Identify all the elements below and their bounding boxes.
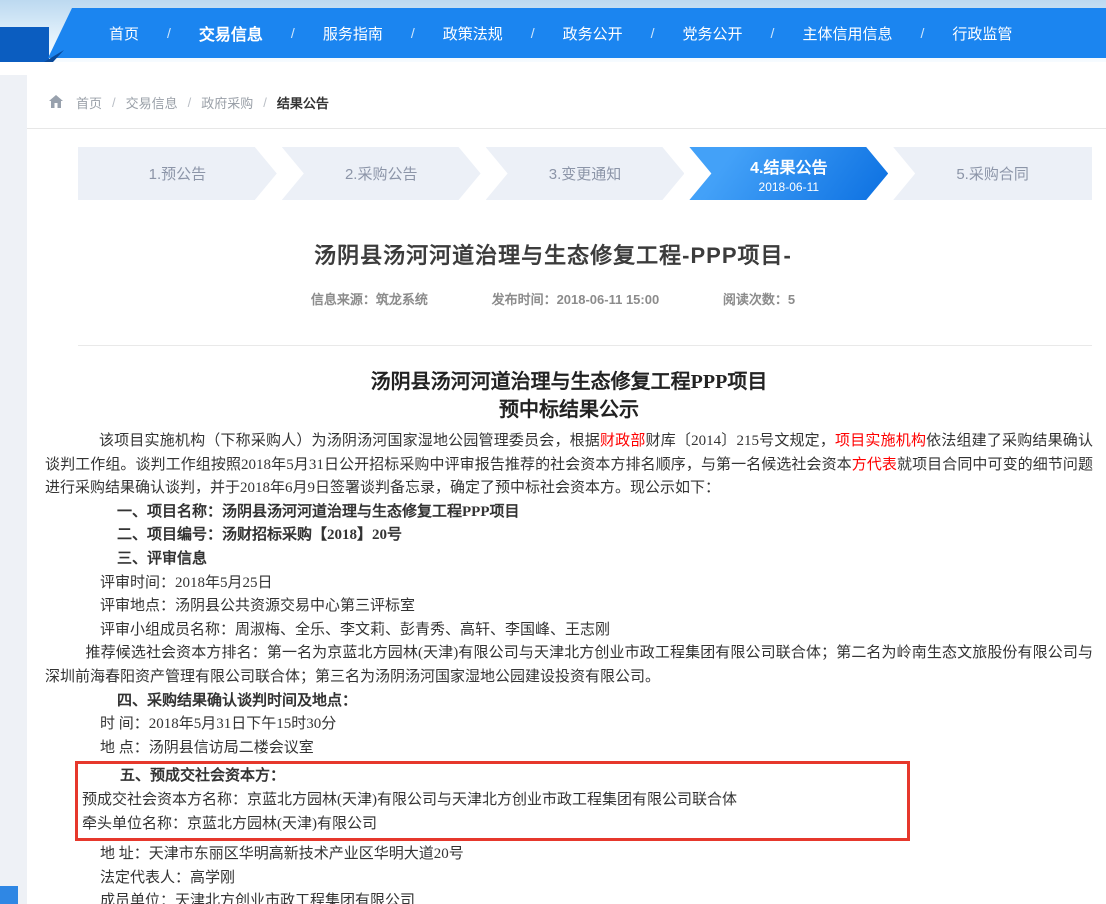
nav-item-home[interactable]: 首页 [95,23,153,44]
meta-view-count: 阅读次数：5 [723,292,795,307]
section-5-winning-party: 五、预成交社会资本方： [120,765,904,789]
breadcrumb: 首页 / 交易信息 / 政府采购 / 结果公告 [0,76,1106,129]
nav-item-party-open[interactable]: 党务公开 [669,23,757,44]
nav-separator: / [906,25,938,41]
step-label: 5.采购合同 [956,163,1029,184]
nav-separator: / [153,25,185,41]
review-time: 评审时间：2018年5月25日 [100,572,1093,596]
lead-unit-name: 牵头单位名称：京蓝北方园林(天津)有限公司 [82,813,904,837]
top-banner: 首页 / 交易信息 / 服务指南 / 政策法规 / 政务公开 / 党务公开 / … [0,0,1106,62]
paragraph-intro: 该项目实施机构（下称采购人）为汤阴汤河国家湿地公园管理委员会，根据财政部财库〔2… [45,430,1093,501]
nav-list: 首页 / 交易信息 / 服务指南 / 政策法规 / 政务公开 / 党务公开 / … [95,8,1106,58]
main-nav: 首页 / 交易信息 / 服务指南 / 政策法规 / 政务公开 / 党务公开 / … [0,8,1106,58]
crumb-home[interactable]: 首页 [76,93,102,112]
nav-left-block [0,27,49,62]
nav-item-policy[interactable]: 政策法规 [429,23,517,44]
nav-item-service-guide[interactable]: 服务指南 [309,23,397,44]
intro-text: 该项目实施机构（下称采购人）为汤阴汤河国家湿地公园管理委员会，根据 [99,433,600,449]
step-result-announcement[interactable]: 4.结果公告 2018-06-11 [689,147,888,200]
nav-item-credit-info[interactable]: 主体信用信息 [788,23,906,44]
page: 首页 / 交易信息 / 服务指南 / 政策法规 / 政务公开 / 党务公开 / … [0,0,1106,904]
intro-red-text: 财政部 [600,433,646,449]
step-label: 4.结果公告 [750,154,827,178]
intro-red-text: 方代表 [852,457,897,473]
intro-red-text: 项目实施机构 [835,433,926,449]
crumb-result-notice: 结果公告 [277,93,329,112]
review-place: 评审地点：汤阴县公共资源交易中心第三评标室 [100,595,1093,619]
step-label: 1.预公告 [149,163,207,184]
crumb-separator: / [263,95,267,110]
nav-separator: / [757,25,789,41]
intro-text: 财库〔2014〕215号文规定， [646,433,836,449]
nav-separator: / [277,25,309,41]
section-2-project-number: 二、项目编号：汤财招标采购【2018】20号 [117,524,1093,548]
nav-item-admin-supervision[interactable]: 行政监管 [938,23,1026,44]
nav-separator: / [397,25,429,41]
step-label: 2.采购公告 [345,163,418,184]
nav-separator: / [517,25,549,41]
highlight-box: 五、预成交社会资本方： 预成交社会资本方名称：京蓝北方园林(天津)有限公司与天津… [75,761,910,841]
section-4-negotiation-time-place: 四、采购结果确认谈判时间及地点： [117,690,1093,714]
winning-party-name: 预成交社会资本方名称：京蓝北方园林(天津)有限公司与天津北方创业市政工程集团有限… [82,789,904,813]
section-3-review-info: 三、评审信息 [117,548,1093,572]
crumb-separator: / [188,95,192,110]
article-body: 汤阴县汤河河道治理与生态修复工程PPP项目 预中标结果公示 该项目实施机构（下称… [45,368,1093,904]
legal-representative: 法定代表人：高学刚 [100,867,1093,891]
nav-item-trade-info[interactable]: 交易信息 [185,21,277,45]
review-members: 评审小组成员名称：周淑梅、全乐、李文莉、彭青秀、高轩、李国峰、王志刚 [100,619,1093,643]
meta-source: 信息来源：筑龙系统 [311,292,428,307]
step-procurement-contract[interactable]: 5.采购合同 [893,147,1092,200]
page-title: 汤阴县汤河河道治理与生态修复工程-PPP项目- [0,238,1106,270]
member-unit: 成员单位：天津北方创业市政工程集团有限公司 [100,890,1093,904]
step-label: 3.变更通知 [549,163,622,184]
nav-item-gov-open[interactable]: 政务公开 [549,23,637,44]
step-procurement-announcement[interactable]: 2.采购公告 [282,147,481,200]
crumb-trade-info[interactable]: 交易信息 [126,93,178,112]
negotiation-time: 时 间：2018年5月31日下午15时30分 [100,713,1093,737]
step-date: 2018-06-11 [759,180,820,194]
home-icon[interactable] [48,94,64,110]
article-heading-line1: 汤阴县汤河河道治理与生态修复工程PPP项目 [45,368,1093,396]
process-steps: 1.预公告 2.采购公告 3.变更通知 4.结果公告 2018-06-11 5.… [78,147,1092,200]
left-margin-strip [0,75,27,904]
meta-publish-time: 发布时间：2018-06-11 15:00 [492,292,660,307]
negotiation-place: 地 点：汤阴县信访局二楼会议室 [100,737,1093,761]
doc-meta: 信息来源：筑龙系统 发布时间：2018-06-11 15:00 阅读次数：5 [0,289,1106,308]
article-heading-line2: 预中标结果公示 [45,396,1093,424]
divider [78,345,1092,346]
paragraph-ranking: 推荐候选社会资本方排名：第一名为京蓝北方园林(天津)有限公司与天津北方创业市政工… [45,642,1093,689]
step-change-notice[interactable]: 3.变更通知 [486,147,685,200]
floating-sidebar-widget[interactable] [0,886,18,904]
lead-unit-address: 地 址：天津市东丽区华明高新技术产业区华明大道20号 [100,843,1093,867]
crumb-separator: / [112,95,116,110]
crumb-gov-procurement[interactable]: 政府采购 [201,93,253,112]
section-1-project-name: 一、项目名称：汤阴县汤河河道治理与生态修复工程PPP项目 [117,501,1093,525]
nav-separator: / [637,25,669,41]
step-pre-announcement[interactable]: 1.预公告 [78,147,277,200]
